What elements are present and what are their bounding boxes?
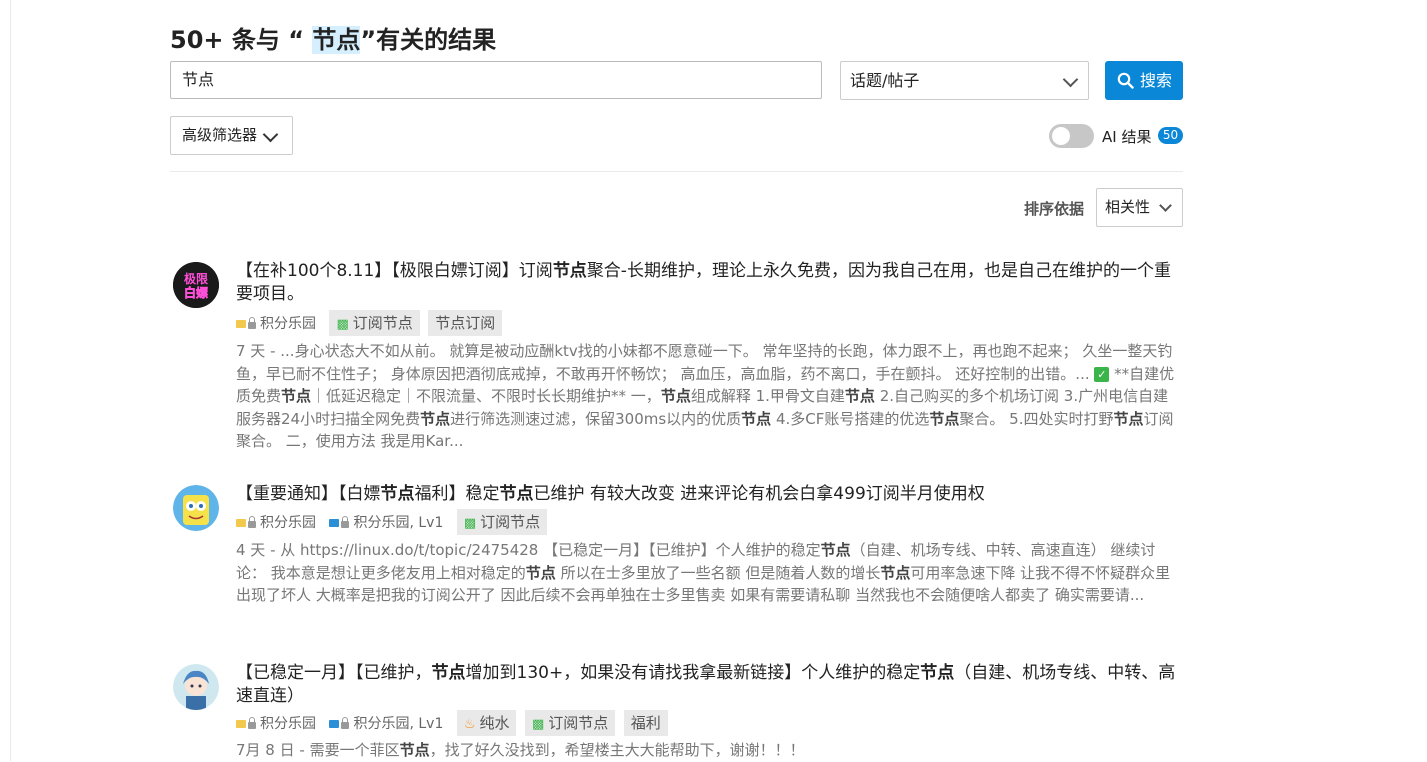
search-scope-value: 话题/帖子 bbox=[850, 71, 920, 90]
heading-suffix: ”有关的结果 bbox=[360, 26, 497, 54]
result-meta: 积分乐园 ▩ 订阅节点 节点订阅 bbox=[236, 310, 506, 336]
result-excerpt: 7月 8 日 - 需要一个菲区节点，找了好久没找到，希望楼主大大能帮助下，谢谢！… bbox=[236, 741, 805, 759]
category-color-icon bbox=[329, 720, 340, 728]
search-button-label: 搜索 bbox=[1140, 71, 1173, 90]
sort-value: 相关性 bbox=[1105, 198, 1151, 216]
faucet-icon: ♨ bbox=[463, 717, 476, 732]
search-input[interactable]: 节点 bbox=[170, 61, 822, 99]
avatar-logo-icon: 极限 白嫖 bbox=[173, 262, 219, 308]
result-title-link[interactable]: 【重要通知】【白嫖节点福利】稳定节点已维护 有较大改变 进来评论有机会白拿499… bbox=[236, 483, 1182, 506]
lock-icon bbox=[341, 515, 350, 528]
category-badge[interactable]: 积分乐园 bbox=[236, 512, 316, 532]
category-badge[interactable]: 积分乐园, Lv1 bbox=[329, 512, 443, 532]
category-color-icon bbox=[236, 320, 246, 328]
chevron-down-icon bbox=[1159, 199, 1172, 212]
chevron-down-icon bbox=[1062, 71, 1079, 88]
results-heading: 50+ 条与 “ 节点”有关的结果 bbox=[170, 20, 496, 55]
tag[interactable]: ♨ 纯水 bbox=[456, 710, 517, 736]
tag[interactable]: ▩ 订阅节点 bbox=[456, 509, 548, 535]
category-color-icon bbox=[236, 720, 246, 728]
tag[interactable]: 福利 bbox=[623, 710, 668, 736]
lock-icon bbox=[341, 716, 350, 729]
advanced-filter-label: 高级筛选器 bbox=[182, 126, 258, 144]
heading-term: 节点 bbox=[312, 26, 361, 54]
avatar-sponge-icon bbox=[173, 485, 219, 531]
avatar[interactable] bbox=[173, 485, 219, 531]
avatar-anime-icon bbox=[173, 664, 219, 710]
lock-icon bbox=[248, 316, 256, 329]
lock-icon bbox=[248, 716, 256, 729]
sitemap-icon: ▩ bbox=[531, 717, 545, 732]
svg-text:极限: 极限 bbox=[184, 271, 208, 286]
sitemap-icon: ▩ bbox=[336, 317, 349, 332]
tag[interactable]: ▩ 订阅节点 bbox=[524, 710, 616, 736]
result-title-link[interactable]: 【已稳定一月】【已维护，节点增加到130+，如果没有请找我拿最新链接】个人维护的… bbox=[236, 662, 1182, 708]
category-badge[interactable]: 积分乐园, Lv1 bbox=[329, 713, 443, 733]
category-color-icon bbox=[236, 519, 246, 527]
result-excerpt: 7 天 - ...身心状态大不如从前。 就算是被动应酬ktv找的小妹都不愿意碰一… bbox=[236, 342, 1175, 450]
category-badge[interactable]: 积分乐园 bbox=[236, 713, 316, 733]
avatar[interactable]: 极限 白嫖 bbox=[173, 262, 219, 308]
toggle-knob bbox=[1052, 127, 1070, 145]
heading-prefix: 50+ 条与 “ bbox=[170, 26, 313, 54]
result-meta: 积分乐园 积分乐园, Lv1 ▩ 订阅节点 bbox=[236, 509, 551, 535]
sort-label: 排序依据 bbox=[1024, 200, 1085, 218]
tag[interactable]: ▩ 订阅节点 bbox=[329, 310, 420, 336]
search-scope-select[interactable]: 话题/帖子 bbox=[840, 61, 1089, 100]
advanced-filter-button[interactable]: 高级筛选器 bbox=[170, 116, 293, 155]
chevron-down-icon bbox=[262, 126, 279, 143]
ai-results-toggle[interactable] bbox=[1049, 124, 1094, 148]
divider bbox=[170, 171, 1183, 172]
result-meta: 积分乐园 积分乐园, Lv1 ♨ 纯水 ▩ 订阅节点 福利 bbox=[236, 710, 672, 736]
avatar[interactable] bbox=[173, 664, 219, 710]
svg-text:白嫖: 白嫖 bbox=[184, 285, 208, 300]
search-button[interactable]: 搜索 bbox=[1105, 61, 1183, 100]
ai-results-count-badge: 50 bbox=[1158, 127, 1183, 144]
lock-icon bbox=[248, 515, 256, 528]
sort-select[interactable]: 相关性 bbox=[1096, 188, 1183, 227]
result-title-link[interactable]: 【在补100个8.11】【极限白嫖订阅】订阅节点聚合-长期维护，理论上永久免费，… bbox=[236, 260, 1182, 306]
check-mark-icon: ✓ bbox=[1094, 366, 1110, 382]
result-excerpt: 4 天 - 从 https://linux.do/t/topic/2475428… bbox=[236, 541, 1171, 604]
tag[interactable]: 节点订阅 bbox=[428, 310, 503, 336]
sitemap-icon: ▩ bbox=[463, 516, 477, 531]
left-border bbox=[10, 0, 11, 761]
search-icon bbox=[1117, 72, 1134, 89]
category-badge[interactable]: 积分乐园 bbox=[236, 313, 316, 333]
category-color-icon bbox=[329, 519, 340, 527]
ai-results-label: AI 结果 bbox=[1102, 128, 1152, 146]
